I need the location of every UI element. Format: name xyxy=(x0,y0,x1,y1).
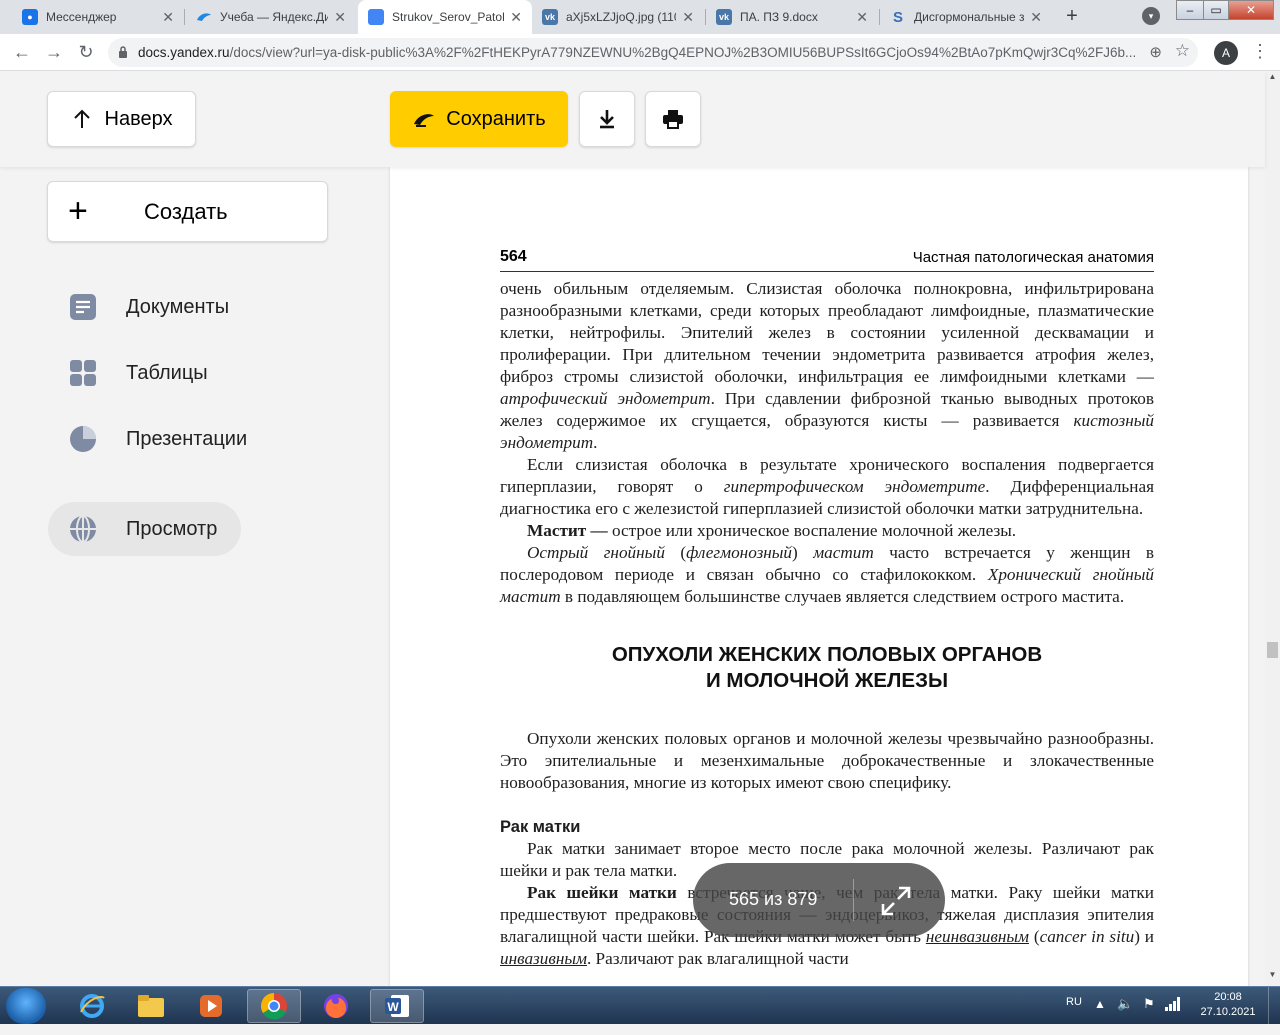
viewer-toolbar: Наверх Сохранить xyxy=(0,72,1265,167)
sidebar-item-label: Таблицы xyxy=(126,361,208,384)
browser-tab-active[interactable]: Strukov_Serov_Patol ✕ xyxy=(358,0,532,34)
page-counter-label: 565 из 879 xyxy=(729,889,818,909)
close-tab-icon[interactable]: ✕ xyxy=(1030,9,1042,26)
running-head: 564 Частная патологическая анатомия xyxy=(500,248,1154,272)
address-bar[interactable]: docs.yandex.ru/docs/view?url=ya-disk-pub… xyxy=(108,38,1198,67)
close-window-button[interactable]: ✕ xyxy=(1228,0,1274,20)
document-icon xyxy=(68,292,98,322)
page-number: 564 xyxy=(500,248,527,265)
yandex-docs-favicon-icon xyxy=(368,9,384,25)
reload-icon[interactable]: ↻ xyxy=(72,39,100,67)
sidebar-item-label: Просмотр xyxy=(126,517,218,540)
globe-icon xyxy=(68,514,98,544)
s-favicon-icon: S xyxy=(892,8,903,26)
docs-viewer: Наверх Сохранить + Создать Документы Таб… xyxy=(0,72,1280,986)
browser-menu-icon[interactable]: ⋮ xyxy=(1250,40,1270,66)
back-arrow-icon[interactable]: ← xyxy=(8,39,36,67)
section-heading: ОПУХОЛИ ЖЕНСКИХ ПОЛОВЫХ ОРГАНОВ И МОЛОЧНО… xyxy=(611,643,1043,692)
clock[interactable]: 20:08 27.10.2021 xyxy=(1200,990,1256,1028)
forward-arrow-icon[interactable]: → xyxy=(40,39,68,67)
table-icon xyxy=(68,358,98,388)
page-counter: 565 из 879 xyxy=(693,863,945,937)
sidebar-item-documents[interactable]: Документы xyxy=(48,280,229,334)
show-desktop-button[interactable] xyxy=(1268,987,1280,1025)
browser-tab[interactable]: vk aXj5xLZJjoQ.jpg (110 ✕ xyxy=(532,0,704,34)
download-button[interactable] xyxy=(579,91,635,147)
maximize-button[interactable]: ▭ xyxy=(1203,0,1229,20)
disk-logo-icon xyxy=(414,114,435,127)
lock-icon xyxy=(119,46,127,58)
running-head-title: Частная патологическая анатомия xyxy=(912,249,1154,266)
file-explorer-icon[interactable] xyxy=(124,989,178,1023)
show-hidden-icons-icon[interactable]: ▲ xyxy=(1094,997,1106,1035)
sidebar-item-presentations[interactable]: Презентации xyxy=(48,412,247,466)
network-icon[interactable] xyxy=(1165,997,1181,1035)
messenger-favicon-icon: ● xyxy=(22,9,38,25)
download-icon xyxy=(600,110,614,129)
profile-avatar[interactable]: A xyxy=(1214,41,1238,65)
svg-text:W: W xyxy=(387,1000,399,1014)
print-button[interactable] xyxy=(645,91,701,147)
start-button[interactable] xyxy=(6,988,46,1024)
create-label: Создать xyxy=(144,199,228,224)
new-tab-button[interactable]: + xyxy=(1060,5,1084,29)
paragraph: очень обильным отделяемым. Слизистая обо… xyxy=(500,279,1154,452)
subheading: Рак матки xyxy=(500,818,581,836)
action-center-flag-icon[interactable]: ⚑ xyxy=(1143,996,1155,1034)
save-button[interactable]: Сохранить xyxy=(390,91,568,147)
printer-icon xyxy=(663,110,683,129)
browser-tab[interactable]: Учеба — Яндекс.Ди ✕ xyxy=(186,0,356,34)
windows-taskbar: W RU ▲ 🔈 ⚑ 20:08 27.10.2021 xyxy=(0,986,1280,1025)
media-player-icon[interactable] xyxy=(184,989,238,1023)
url-text: docs.yandex.ru/docs/view?url=ya-disk-pub… xyxy=(138,45,1137,60)
clock-time: 20:08 xyxy=(1214,991,1242,1003)
paragraph: Мастит — острое или хроническое воспален… xyxy=(527,521,1017,540)
vk-favicon-icon: vk xyxy=(716,9,732,25)
vertical-scrollbar[interactable]: ▲ ▼ xyxy=(1265,72,1280,986)
chrome-taskbar-icon[interactable] xyxy=(247,989,301,1023)
close-tab-icon[interactable]: ✕ xyxy=(162,9,174,26)
browser-tab[interactable]: ● Мессенджер ✕ xyxy=(12,0,184,34)
tab-search-icon[interactable]: ▾ xyxy=(1142,7,1160,25)
save-label: Сохранить xyxy=(446,107,546,130)
browser-tab[interactable]: vk ПА. ПЗ 9.docx ✕ xyxy=(706,0,878,34)
close-tab-icon[interactable]: ✕ xyxy=(334,9,346,26)
paragraph: Острый гнойный (флегмонозный) мастит час… xyxy=(500,543,1154,606)
fullscreen-icon[interactable] xyxy=(879,884,913,918)
arrow-up-icon xyxy=(73,109,90,128)
go-top-button[interactable]: Наверх xyxy=(47,91,196,147)
language-indicator[interactable]: RU xyxy=(1066,996,1082,1034)
scrollbar-thumb[interactable] xyxy=(1267,642,1278,658)
internet-explorer-icon[interactable] xyxy=(65,989,119,1023)
scroll-up-arrow-icon[interactable]: ▲ xyxy=(1265,72,1280,86)
firefox-icon[interactable] xyxy=(309,989,363,1023)
close-tab-icon[interactable]: ✕ xyxy=(510,9,522,26)
word-icon[interactable]: W xyxy=(370,989,424,1023)
paragraph: Если слизистая оболочка в результате хро… xyxy=(500,455,1155,518)
zoom-icon[interactable]: ⊕ xyxy=(1149,43,1162,61)
paragraph: Опухоли женских половых органов и молочн… xyxy=(500,729,1154,792)
close-tab-icon[interactable]: ✕ xyxy=(856,9,868,26)
minimize-button[interactable]: – xyxy=(1176,0,1204,20)
sidebar-item-label: Документы xyxy=(126,295,230,318)
volume-icon[interactable]: 🔈 xyxy=(1117,996,1133,1034)
browser-tab-strip: ● Мессенджер ✕ Учеба — Яндекс.Ди ✕ Struk… xyxy=(0,0,1280,34)
presentation-icon xyxy=(68,424,98,454)
sidebar-item-view[interactable]: Просмотр xyxy=(48,502,242,556)
go-top-label: Наверх xyxy=(104,107,173,130)
clock-date: 27.10.2021 xyxy=(1200,1006,1256,1018)
scroll-down-arrow-icon[interactable]: ▼ xyxy=(1265,970,1280,984)
close-tab-icon[interactable]: ✕ xyxy=(682,9,694,26)
browser-toolbar: ← → ↻ docs.yandex.ru/docs/view?url=ya-di… xyxy=(0,34,1280,71)
bookmark-star-icon[interactable]: ☆ xyxy=(1175,41,1190,61)
vk-favicon-icon: vk xyxy=(542,9,558,25)
browser-tab[interactable]: S Дисгормональные з ✕ xyxy=(880,0,1052,34)
plus-icon: + xyxy=(68,192,88,230)
sidebar-item-label: Презентации xyxy=(126,427,248,450)
sidebar-item-tables[interactable]: Таблицы xyxy=(48,346,208,400)
yandex-disk-favicon-icon xyxy=(196,9,212,25)
create-button[interactable]: + Создать xyxy=(47,181,328,242)
